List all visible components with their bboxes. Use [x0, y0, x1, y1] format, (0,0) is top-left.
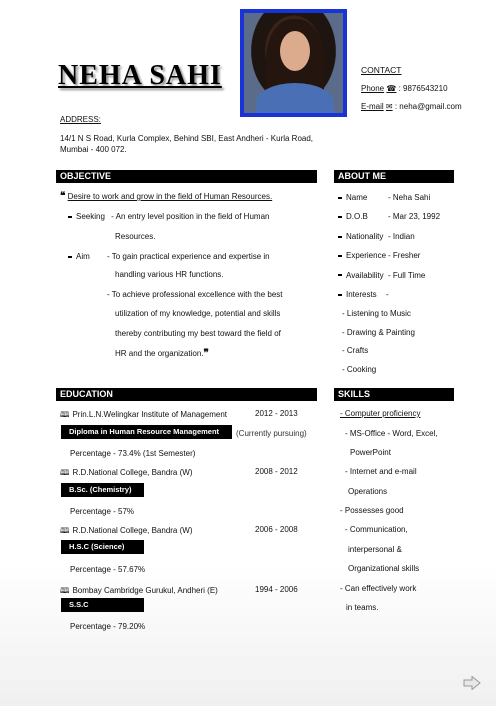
aim-text-5: thereby contributing my best toward the … [115, 329, 281, 338]
seeking-text-1: - An entry level position in the field o… [111, 212, 270, 221]
email-value: : neha@gmail.com [394, 102, 462, 111]
edu-years: 2012 - 2013 [255, 409, 298, 418]
aim-label: Aim [76, 252, 90, 261]
edu-degree-badge: B.Sc. (Chemistry) [61, 483, 144, 497]
address-block: 14/1 N S Road, Kurla Complex, Behind SBI… [60, 133, 350, 155]
skill-line: - Possesses good [340, 506, 404, 515]
edu-years: 2008 - 2012 [255, 467, 298, 476]
graduation-icon: 🕮 [60, 586, 70, 595]
interest-item: - Drawing & Painting [342, 327, 415, 337]
skill-line: interpersonal & [348, 545, 402, 554]
seeking-line: Seeking - An entry level position in the… [68, 212, 269, 221]
aim-text-6: HR and the organization. [115, 349, 204, 358]
aim-line: Aim [68, 252, 90, 261]
about-row-interests: Interests - [338, 290, 488, 309]
about-list: Name - Neha Sahi D.O.B - Mar 23, 1992 Nati… [338, 193, 488, 383]
candidate-name: NEHA SAHI [58, 60, 222, 91]
graduation-icon: 🕮 [60, 410, 70, 419]
about-row-name: Name - Neha Sahi [338, 193, 488, 212]
phone-value: : 9876543210 [398, 84, 448, 93]
next-page-arrow-icon[interactable] [463, 676, 481, 690]
edu-percentage: Percentage - 57% [70, 507, 135, 516]
address-line-1: 14/1 N S Road, Kurla Complex, Behind SBI… [60, 134, 314, 143]
interest-item: - Crafts [342, 346, 369, 356]
edu-school-line: 🕮 Bombay Cambridge Gurukul, Andheri (E) [60, 586, 218, 595]
objective-intro: Desire to work and grow in the field of … [67, 192, 273, 201]
interest-item: - Listening to Music [342, 309, 411, 319]
skill-line: - Internet and e-mail [345, 467, 417, 476]
email-line: E-mail ✉ : neha@gmail.com [361, 102, 462, 111]
email-label: E-mail [361, 102, 384, 111]
edu-school-line: 🕮 Prin.L.N.Welingkar Institute of Managem… [60, 410, 228, 419]
edu-note: (Currently pursuing) [236, 429, 307, 438]
skills-heading: SKILLS [334, 388, 454, 401]
skill-line: Organizational skills [348, 564, 420, 573]
resume-page: NEHA SAHI CONTACT Phone ☎ : 9876543210 E… [0, 0, 496, 706]
edu-percentage: Percentage - 73.4% (1st Semester) [70, 449, 196, 458]
edu-degree-badge: S.S.C [61, 598, 144, 612]
edu-percentage: Percentage - 79.20% [70, 622, 146, 631]
about-heading: ABOUT ME [334, 170, 454, 183]
skill-line: - Can effectively work [340, 584, 417, 593]
aim-text-6-line: HR and the organization.❞ [115, 348, 209, 359]
skill-line: - Communication, [345, 525, 408, 534]
edu-degree-badge: Diploma in Human Resource Management [61, 425, 232, 439]
email-icon: ✉ [385, 102, 393, 111]
edu-years: 2006 - 2008 [255, 525, 298, 534]
seeking-text-2: Resources. [115, 232, 156, 241]
edu-years: 1994 - 2006 [255, 585, 298, 594]
skill-line: Operations [348, 487, 388, 496]
skill-line: - MS-Office - Word, Excel, [345, 429, 438, 438]
about-row-experience: Experience - Fresher [338, 251, 488, 270]
aim-text-3: - To achieve professional excellence wit… [107, 290, 283, 299]
skill-line: PowerPoint [350, 448, 391, 457]
address-heading: ADDRESS: [60, 115, 101, 124]
phone-label: Phone [361, 84, 385, 93]
edu-school-line: 🕮 R.D.National College, Bandra (W) [60, 468, 193, 477]
phone-icon: ☎ [386, 84, 397, 93]
objective-intro-line: ❝ Desire to work and grow in the field o… [60, 191, 273, 202]
objective-heading: OBJECTIVE [56, 170, 317, 183]
graduation-icon: 🕮 [60, 468, 70, 477]
skill-line: - Computer proficiency [340, 409, 421, 418]
contact-heading: CONTACT [361, 65, 402, 75]
interest-item: - Cooking [342, 364, 377, 374]
aim-text-2: handling various HR functions. [115, 270, 224, 279]
about-row-availability: Availability - Full Time [338, 271, 488, 290]
phone-line: Phone ☎ : 9876543210 [361, 84, 448, 93]
seeking-label: Seeking [76, 212, 105, 221]
address-line-2: Mumbai - 400 072. [60, 145, 127, 154]
edu-percentage: Percentage - 57.67% [70, 565, 146, 574]
edu-degree-badge: H.S.C (Science) [61, 540, 144, 554]
aim-text-4: utilization of my knowledge, potential a… [115, 309, 281, 318]
education-heading: EDUCATION [56, 388, 317, 401]
profile-photo [240, 9, 347, 117]
about-row-nationality: Nationality - Indian [338, 232, 488, 251]
graduation-icon: 🕮 [60, 526, 70, 535]
skill-line: in teams. [346, 603, 379, 612]
about-row-dob: D.O.B - Mar 23, 1992 [338, 212, 488, 231]
edu-school-line: 🕮 R.D.National College, Bandra (W) [60, 526, 193, 535]
aim-text-1: - To gain practical experience and exper… [107, 252, 270, 261]
